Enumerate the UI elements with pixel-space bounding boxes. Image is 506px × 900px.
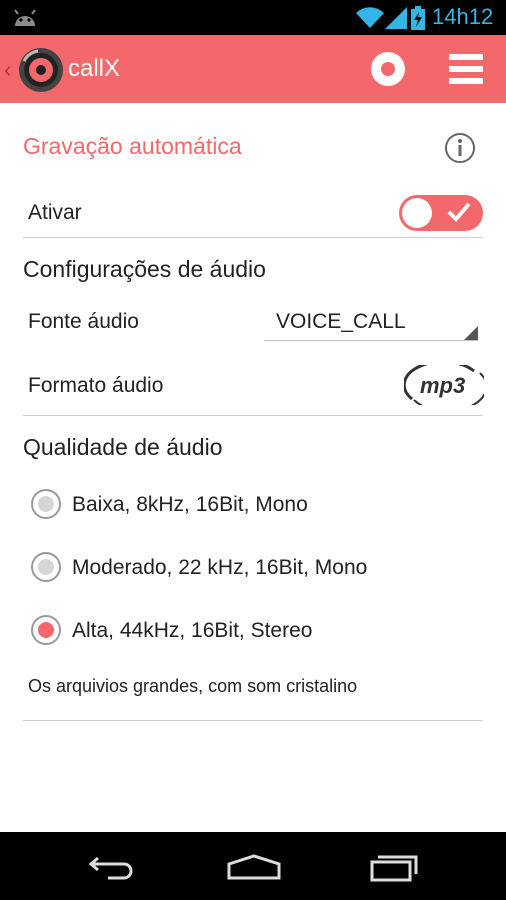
divider xyxy=(23,415,483,416)
app-title: callX xyxy=(68,55,121,82)
enable-label: Ativar xyxy=(28,201,82,224)
quality-high-label[interactable]: Alta, 44kHz, 16Bit, Stereo xyxy=(72,619,312,643)
audio-format-label: Formato áudio xyxy=(28,374,164,397)
quality-low-radio[interactable] xyxy=(31,489,61,519)
mp3-logo-text: mp3 xyxy=(420,373,465,398)
system-nav-bar xyxy=(0,832,506,900)
quality-note: Os arquivios grandes, com som cristalino xyxy=(28,676,358,696)
record-icon[interactable] xyxy=(369,50,407,88)
quality-medium-label[interactable]: Moderado, 22 kHz, 16Bit, Mono xyxy=(72,556,367,580)
nav-home-icon[interactable] xyxy=(226,854,282,885)
audio-quality-title: Qualidade de áudio xyxy=(23,434,223,460)
dropdown-arrow-icon xyxy=(464,326,478,340)
menu-icon[interactable] xyxy=(447,52,485,86)
audio-source-select[interactable]: VOICE_CALL xyxy=(264,306,478,341)
clock: 14h12 xyxy=(432,4,494,29)
nav-recents-icon[interactable] xyxy=(369,852,419,887)
divider xyxy=(23,237,483,238)
radio-dot xyxy=(38,622,54,638)
mp3-logo-icon[interactable]: mp3 xyxy=(402,360,488,413)
auto-record-title: Gravação automática xyxy=(23,133,242,159)
enable-toggle[interactable] xyxy=(399,195,483,231)
quality-medium-radio[interactable] xyxy=(31,552,61,582)
back-icon[interactable]: ‹ xyxy=(4,57,11,83)
toggle-knob xyxy=(402,198,432,228)
info-icon[interactable] xyxy=(444,132,476,169)
quality-low-label[interactable]: Baixa, 8kHz, 16Bit, Mono xyxy=(72,493,308,517)
quality-high-radio[interactable] xyxy=(31,615,61,645)
battery-charging-icon xyxy=(410,6,426,35)
status-bar: 14h12 xyxy=(0,0,506,35)
divider xyxy=(23,720,483,721)
signal-icon xyxy=(385,7,407,34)
radio-dot xyxy=(38,559,54,575)
audio-source-value: VOICE_CALL xyxy=(276,310,406,333)
radio-dot xyxy=(38,496,54,512)
check-icon xyxy=(447,201,471,228)
app-bar: ‹ callX xyxy=(0,35,506,103)
app-logo-icon[interactable] xyxy=(18,47,64,98)
wifi-icon xyxy=(356,7,384,34)
audio-settings-title: Configurações de áudio xyxy=(23,256,266,282)
audio-source-label: Fonte áudio xyxy=(28,310,139,333)
android-icon xyxy=(12,8,38,33)
nav-back-icon[interactable] xyxy=(88,854,138,885)
